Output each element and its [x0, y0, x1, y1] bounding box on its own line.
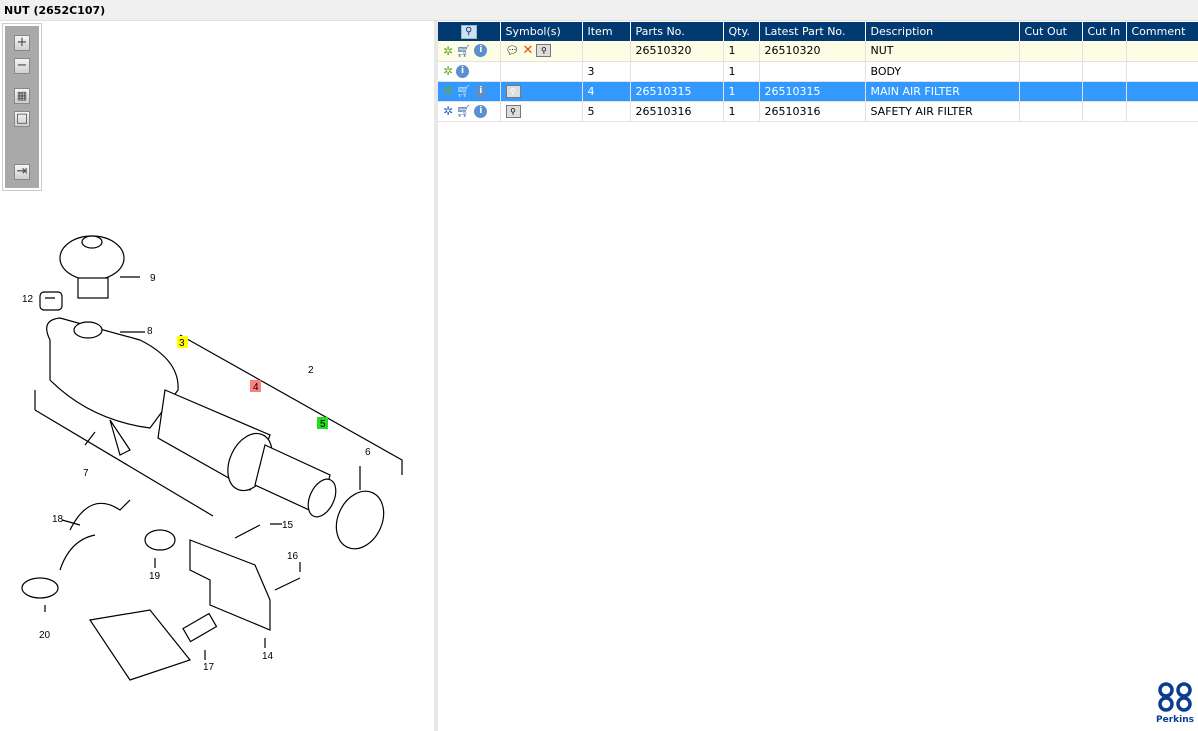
col-cut-in[interactable]: Cut In [1082, 22, 1127, 41]
cell-qty: 1 [723, 101, 760, 122]
cell-cut-in [1082, 41, 1127, 62]
delete-icon[interactable]: ✕ [522, 43, 533, 58]
callout-6[interactable]: 6 [365, 447, 371, 458]
cell-comment [1126, 101, 1198, 122]
cell-latest: 26510316 [759, 101, 866, 122]
cell-item: 5 [582, 101, 631, 122]
callout-2[interactable]: 2 [308, 365, 314, 376]
gear-icon[interactable]: ✲ [443, 64, 453, 78]
cell-latest [759, 61, 866, 82]
cell-parts-no [630, 61, 724, 82]
cell-parts-no: 26510316 [630, 101, 724, 122]
window-title: NUT (2652C107) [4, 4, 106, 17]
actual-size-button[interactable]: □ [14, 111, 30, 127]
col-qty[interactable]: Qty. [723, 22, 760, 41]
parts-table: ⚲ Symbol(s) Item Parts No. Qty. Latest P… [438, 22, 1198, 122]
cell-latest: 26510315 [759, 81, 866, 102]
callout-12[interactable]: 12 [22, 294, 34, 305]
col-parts-no[interactable]: Parts No. [630, 22, 724, 41]
cell-cut-out [1019, 101, 1083, 122]
cart-icon[interactable]: 🛒︎ [456, 44, 471, 58]
callout-17[interactable]: 17 [203, 662, 215, 673]
cell-comment [1126, 61, 1198, 82]
col-description[interactable]: Description [865, 22, 1020, 41]
cell-description: NUT [865, 41, 1020, 62]
callout-4[interactable]: 4 [253, 382, 259, 393]
col-item[interactable]: Item [582, 22, 631, 41]
cell-item [582, 41, 631, 62]
cart-icon[interactable]: 🛒︎ [456, 104, 471, 118]
search-parts-header[interactable]: ⚲ [438, 22, 501, 41]
col-symbols[interactable]: Symbol(s) [500, 22, 583, 41]
info-icon[interactable]: i [474, 84, 488, 98]
table-row[interactable]: ✲ 🛒︎ i ⚲ 5 26510316 1 26510316 SAFETY AIR … [438, 101, 1198, 122]
perkins-logo: Perkins [1155, 682, 1195, 725]
cell-qty: 1 [723, 81, 760, 102]
info-icon[interactable]: i [456, 64, 470, 78]
book-icon[interactable]: ⚲ [505, 84, 521, 98]
table-row[interactable]: ✲ 🛒︎ i 💬︎ ✕ ⚲ 26510320 1 26510320 NUT [438, 41, 1198, 62]
book-icon[interactable]: ⚲ [536, 44, 552, 58]
info-icon[interactable]: i [474, 104, 488, 118]
table-row[interactable]: ✲ i 3 1 BODY [438, 61, 1198, 82]
gear-icon[interactable]: ✲ [443, 44, 453, 58]
callout-8[interactable]: 8 [147, 326, 153, 337]
table-header: ⚲ Symbol(s) Item Parts No. Qty. Latest P… [438, 22, 1198, 41]
cell-cut-in [1082, 81, 1127, 102]
zoom-in-button[interactable]: + [14, 35, 30, 51]
info-icon[interactable]: i [474, 44, 488, 58]
exploded-parts-diagram[interactable]: 9 12 8 3 2 4 5 6 7 18 15 16 19 20 14 17 [0, 220, 434, 690]
cart-icon[interactable]: 🛒︎ [456, 84, 471, 98]
callout-18[interactable]: 18 [52, 514, 64, 525]
callout-20[interactable]: 20 [39, 630, 51, 641]
cell-qty: 1 [723, 61, 760, 82]
magnifier-icon: ⚲ [460, 25, 477, 39]
logo-text: Perkins [1156, 715, 1194, 725]
cell-parts-no: 26510315 [630, 81, 724, 102]
cell-item: 3 [582, 61, 631, 82]
callout-19[interactable]: 19 [149, 571, 161, 582]
diagram-toolbar: + − ▦ □ ⇥ [2, 23, 42, 191]
fit-to-window-button[interactable]: ▦ [14, 88, 30, 104]
col-cut-out[interactable]: Cut Out [1019, 22, 1083, 41]
col-latest-part-no[interactable]: Latest Part No. [759, 22, 866, 41]
cell-qty: 1 [723, 41, 760, 62]
callout-9[interactable]: 9 [150, 273, 156, 284]
callout-16[interactable]: 16 [287, 551, 299, 562]
cell-cut-out [1019, 81, 1083, 102]
callout-7[interactable]: 7 [83, 468, 89, 479]
cell-cut-in [1082, 101, 1127, 122]
cell-cut-out [1019, 41, 1083, 62]
cell-item: 4 [582, 81, 631, 102]
cell-comment [1126, 81, 1198, 102]
callout-15[interactable]: 15 [282, 520, 294, 531]
col-comment[interactable]: Comment [1126, 22, 1198, 41]
callout-5[interactable]: 5 [320, 419, 326, 430]
table-row-selected[interactable]: ✲ 🛒︎ i ⚲ 4 26510315 1 26510315 MAIN AIR FI… [438, 81, 1198, 102]
cell-comment [1126, 41, 1198, 62]
gear-icon[interactable]: ✲ [443, 84, 453, 98]
perkins-logo-icon [1158, 682, 1192, 712]
gears-icon[interactable]: ✲ [443, 104, 453, 118]
cell-description: SAFETY AIR FILTER [865, 101, 1020, 122]
cell-description: BODY [865, 61, 1020, 82]
callout-14[interactable]: 14 [262, 651, 274, 662]
callout-3[interactable]: 3 [179, 338, 185, 349]
cell-description: MAIN AIR FILTER [865, 81, 1020, 102]
book-icon[interactable]: ⚲ [505, 104, 521, 118]
cell-parts-no: 26510320 [630, 41, 724, 62]
pane-splitter[interactable] [434, 21, 438, 731]
zoom-out-button[interactable]: − [14, 58, 30, 74]
note-icon[interactable]: 💬︎ [506, 44, 520, 57]
cell-cut-in [1082, 61, 1127, 82]
cell-cut-out [1019, 61, 1083, 82]
export-button[interactable]: ⇥ [14, 164, 30, 180]
cell-latest: 26510320 [759, 41, 866, 62]
title-bar: NUT (2652C107) [0, 0, 1198, 21]
